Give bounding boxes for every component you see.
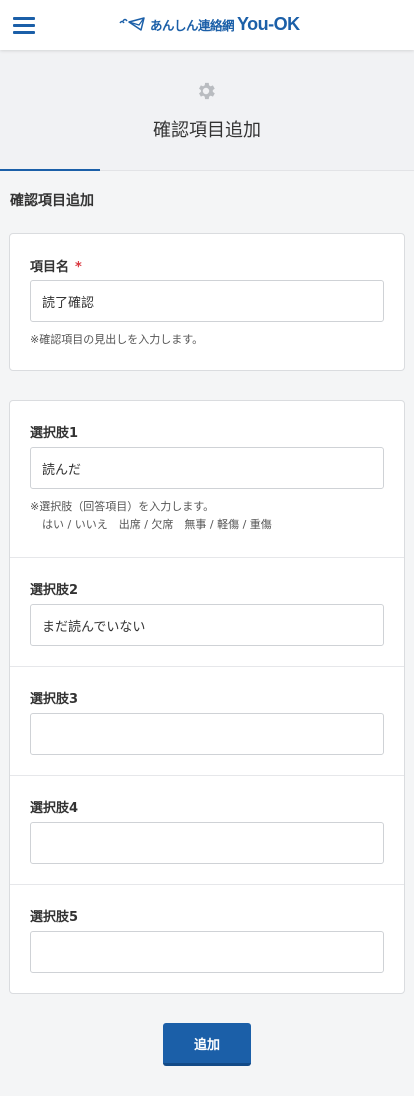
title-area — [0, 50, 414, 170]
section-heading: 確認項目追加 — [10, 193, 94, 209]
choice-4-label: 選択肢4 — [30, 801, 79, 816]
active-tab-indicator — [0, 169, 100, 171]
choices-card: 選択肢1 ※選択肢（回答項目）を入力します。 はい / いいえ 出席 / 欠席 … — [9, 400, 405, 994]
choice-divider — [10, 775, 404, 776]
page-title: 確認項目追加 — [153, 120, 261, 141]
item-name-card: 項目名 * ※確認項目の見出しを入力します。 — [9, 233, 405, 371]
add-button[interactable]: 追加 — [163, 1023, 251, 1066]
logo-text-en: You-OK — [237, 13, 300, 34]
choice-2-label: 選択肢2 — [30, 583, 79, 598]
choice-divider — [10, 666, 404, 667]
required-mark: * — [75, 260, 82, 275]
logo-envelope-icon — [119, 17, 145, 31]
choice-2-input[interactable] — [30, 604, 384, 646]
choice-5-label: 選択肢5 — [30, 910, 79, 925]
choice-divider — [10, 884, 404, 885]
choice-3-label: 選択肢3 — [30, 692, 79, 707]
choices-help-line1: ※選択肢（回答項目）を入力します。 — [30, 500, 215, 513]
gear-icon — [199, 82, 215, 100]
hamburger-menu-icon[interactable] — [13, 15, 37, 35]
app-header: あんしん連絡網 You-OK — [0, 0, 414, 50]
logo-text-jp: あんしん連絡網 — [150, 17, 235, 33]
choices-help-line2: はい / いいえ 出席 / 欠席 無事 / 軽傷 / 重傷 — [42, 518, 272, 531]
choice-1-label: 選択肢1 — [30, 426, 79, 441]
choice-4-input[interactable] — [30, 822, 384, 864]
app-logo[interactable]: あんしん連絡網 You-OK — [118, 11, 300, 37]
choice-3-input[interactable] — [30, 713, 384, 755]
choice-5-input[interactable] — [30, 931, 384, 973]
choice-divider — [10, 557, 404, 558]
item-name-input[interactable] — [30, 280, 384, 322]
item-name-label: 項目名 * — [30, 256, 82, 275]
item-name-help: ※確認項目の見出しを入力します。 — [30, 333, 204, 346]
item-name-label-text: 項目名 — [30, 260, 70, 275]
choice-1-input[interactable] — [30, 447, 384, 489]
